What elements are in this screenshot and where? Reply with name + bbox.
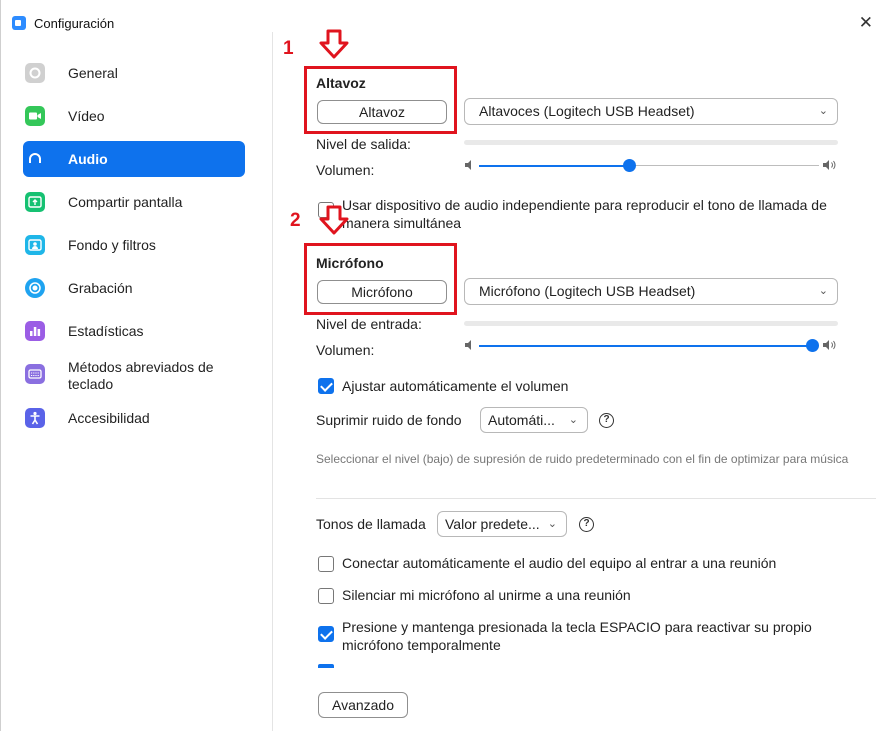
speaker-slider-fill [479, 165, 629, 167]
chevron-down-icon: ⌄ [568, 414, 578, 426]
sidebar-item-recording[interactable]: Grabación [23, 270, 245, 306]
sidebar-item-label: Vídeo [68, 108, 105, 124]
zoom-app-icon [12, 16, 26, 30]
mute-on-join-label: Silenciar mi micrófono al unirme a una r… [342, 587, 631, 603]
output-level-meter [464, 140, 838, 145]
arrow-down-icon [319, 205, 349, 235]
speaker-device-select[interactable]: Altavoces (Logitech USB Headset) ⌄ [464, 98, 838, 125]
close-icon[interactable]: ✕ [859, 13, 873, 33]
chevron-down-icon: ⌄ [547, 518, 557, 530]
sidebar-item-accessibility[interactable]: Accesibilidad [23, 400, 245, 436]
headphones-icon [25, 149, 45, 169]
volume-low-icon [465, 340, 471, 350]
sidebar-item-label: General [68, 65, 118, 81]
help-icon[interactable]: ? [599, 413, 614, 428]
sidebar-item-share-screen[interactable]: Compartir pantalla [23, 184, 245, 220]
speaker-volume-label: Volumen: [316, 162, 375, 178]
arrow-down-icon [319, 29, 349, 59]
accessibility-icon [25, 408, 45, 428]
output-level-label: Nivel de salida: [316, 136, 411, 152]
microphone-device-value: Micrófono (Logitech USB Headset) [479, 283, 696, 299]
annotation-box-microphone [304, 243, 457, 315]
chevron-down-icon: ⌄ [818, 105, 828, 117]
background-icon [25, 235, 45, 255]
separate-device-label: Usar dispositivo de audio independiente … [342, 197, 827, 231]
sidebar-item-label: Compartir pantalla [68, 194, 183, 210]
noise-suppression-hint: Seleccionar el nivel (bajo) de supresión… [316, 452, 849, 466]
sidebar: General Vídeo Audio Compartir pantalla F… [1, 32, 273, 731]
advanced-button[interactable]: Avanzado [318, 692, 408, 718]
sidebar-item-keyboard-shortcuts[interactable]: Métodos abreviados de teclado [23, 356, 245, 392]
auto-join-audio-label: Conectar automáticamente el audio del eq… [342, 555, 777, 571]
annotation-marker-2: 2 [290, 210, 301, 231]
section-divider [316, 498, 876, 499]
speaker-heading: Altavoz [316, 75, 366, 91]
noise-suppression-value: Automáti... [488, 412, 555, 428]
record-icon [25, 278, 45, 298]
input-level-meter [464, 321, 838, 326]
noise-suppression-select[interactable]: Automáti... ⌄ [480, 407, 588, 433]
share-screen-icon [25, 192, 45, 212]
microphone-heading: Micrófono [316, 255, 384, 271]
microphone-volume-label: Volumen: [316, 342, 375, 358]
volume-high-icon [823, 160, 836, 170]
ringtone-select[interactable]: Valor predete... ⌄ [437, 511, 567, 537]
microphone-slider-knob[interactable] [806, 339, 819, 352]
sidebar-item-audio[interactable]: Audio [23, 141, 245, 177]
auto-join-audio-checkbox[interactable] [318, 556, 334, 572]
audio-settings-panel: 1 Altavoz Altavoz Altavoces (Logitech US… [274, 29, 876, 731]
sidebar-item-label: Métodos abreviados de teclado [68, 359, 214, 392]
sidebar-item-statistics[interactable]: Estadísticas [23, 313, 245, 349]
ringtone-label: Tonos de llamada [316, 516, 426, 532]
settings-window: Configuración ✕ General Vídeo Audio Comp… [0, 0, 876, 731]
input-level-label: Nivel de entrada: [316, 316, 422, 332]
speaker-volume-slider[interactable] [479, 159, 819, 173]
volume-high-icon [823, 340, 836, 350]
sidebar-item-video[interactable]: Vídeo [23, 98, 245, 134]
stats-icon [25, 321, 45, 341]
chevron-down-icon: ⌄ [818, 285, 828, 297]
microphone-device-select[interactable]: Micrófono (Logitech USB Headset) ⌄ [464, 278, 838, 305]
video-icon [25, 106, 45, 126]
test-microphone-button[interactable]: Micrófono [317, 280, 447, 304]
test-speaker-button[interactable]: Altavoz [317, 100, 447, 124]
sidebar-item-general[interactable]: General [23, 55, 245, 91]
auto-volume-label: Ajustar automáticamente el volumen [342, 378, 569, 394]
volume-low-icon [465, 160, 471, 170]
sidebar-item-background[interactable]: Fondo y filtros [23, 227, 245, 263]
partial-checkbox-scrolled [318, 664, 334, 668]
title-bar: Configuración ✕ [1, 0, 876, 32]
microphone-volume-slider[interactable] [479, 339, 819, 353]
auto-volume-checkbox[interactable] [318, 378, 334, 394]
noise-suppression-label: Suprimir ruido de fondo [316, 412, 462, 428]
gear-icon [25, 63, 45, 83]
ringtone-value: Valor predete... [445, 516, 540, 532]
push-to-talk-checkbox[interactable] [318, 626, 334, 642]
sidebar-item-label: Grabación [68, 280, 133, 296]
annotation-marker-1: 1 [283, 38, 294, 59]
keyboard-icon [25, 364, 45, 384]
speaker-slider-knob[interactable] [623, 159, 636, 172]
sidebar-item-label: Audio [68, 151, 108, 167]
help-icon[interactable]: ? [579, 517, 594, 532]
speaker-device-value: Altavoces (Logitech USB Headset) [479, 103, 695, 119]
mute-on-join-checkbox[interactable] [318, 588, 334, 604]
microphone-slider-fill [479, 345, 812, 347]
sidebar-item-label: Accesibilidad [68, 410, 150, 426]
sidebar-item-label: Estadísticas [68, 323, 144, 339]
push-to-talk-label: Presione y mantenga presionada la tecla … [342, 619, 812, 653]
sidebar-item-label: Fondo y filtros [68, 237, 156, 253]
window-title: Configuración [34, 16, 115, 31]
